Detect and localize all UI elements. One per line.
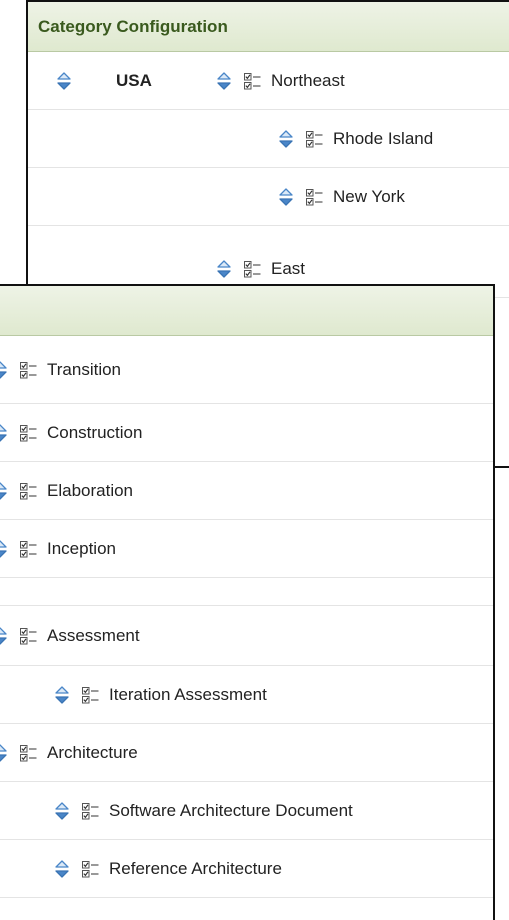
panel-title: Category Configuration bbox=[28, 2, 509, 52]
checklist-icon bbox=[306, 189, 323, 206]
tree-item-label: Software Architecture Document bbox=[109, 801, 353, 820]
tree-row: Rhode Island bbox=[28, 110, 509, 168]
root-category-label: USA bbox=[116, 71, 152, 90]
tree-item-rhode-island[interactable]: Rhode Island bbox=[278, 110, 433, 168]
tree-item-transition[interactable]: Transition bbox=[0, 336, 121, 404]
checklist-icon bbox=[20, 628, 37, 645]
tree-item-label: New York bbox=[333, 187, 405, 206]
tree-item-software-architecture-document[interactable]: Software Architecture Document bbox=[54, 782, 353, 840]
checklist-icon bbox=[20, 541, 37, 558]
tree-item-label: Assessment bbox=[47, 626, 140, 645]
sort-up-down-icon[interactable] bbox=[0, 423, 8, 443]
sort-up-down-icon[interactable] bbox=[54, 685, 70, 705]
tree-item-inception[interactable]: Inception bbox=[0, 520, 116, 578]
sort-up-down-icon[interactable] bbox=[54, 801, 70, 821]
tree-row: Architecture bbox=[0, 724, 493, 782]
tree-item-label: Architecture bbox=[47, 743, 138, 762]
tree-item-elaboration[interactable]: Elaboration bbox=[0, 462, 133, 520]
tree-item-label: Reference Architecture bbox=[109, 859, 282, 878]
sort-up-down-icon[interactable] bbox=[0, 360, 8, 380]
tree-item-label: Iteration Assessment bbox=[109, 685, 267, 704]
tree-item-label: East bbox=[271, 259, 306, 278]
sort-up-down-icon[interactable] bbox=[0, 539, 8, 559]
checklist-icon bbox=[306, 131, 323, 148]
tree-row: Construction bbox=[0, 404, 493, 462]
sort-up-down-icon[interactable] bbox=[278, 187, 294, 207]
tree-item-northeast[interactable]: Northeast bbox=[216, 52, 345, 110]
process-categories-panel: Transition Construction Elaboration Ince… bbox=[0, 284, 495, 920]
stage: Category Configuration USA Northeast Rho… bbox=[0, 0, 509, 920]
group-separator bbox=[0, 578, 493, 606]
tree-row: Iteration Assessment bbox=[0, 666, 493, 724]
checklist-icon bbox=[20, 745, 37, 762]
tree-item-label: Transition bbox=[47, 360, 122, 379]
tree-row: Inception bbox=[0, 520, 493, 578]
sort-up-down-icon[interactable] bbox=[0, 481, 8, 501]
tree-item-label: Inception bbox=[47, 539, 116, 558]
sort-up-down-icon[interactable] bbox=[0, 743, 8, 763]
sort-up-down-icon[interactable] bbox=[54, 859, 70, 879]
checklist-icon bbox=[20, 362, 37, 379]
tree-item-assessment[interactable]: Assessment bbox=[0, 606, 140, 666]
tree-row: Software Architecture Document bbox=[0, 782, 493, 840]
tree-row: Reference Architecture bbox=[0, 840, 493, 898]
tree-row: New York bbox=[28, 168, 509, 226]
tree-item-label: Rhode Island bbox=[333, 129, 434, 148]
sort-up-down-icon[interactable] bbox=[56, 52, 72, 110]
sort-up-down-icon[interactable] bbox=[216, 71, 232, 91]
checklist-icon bbox=[244, 73, 261, 90]
tree-item-label: Elaboration bbox=[47, 481, 134, 500]
sort-up-down-icon[interactable] bbox=[278, 129, 294, 149]
tree-item-iteration-assessment[interactable]: Iteration Assessment bbox=[54, 666, 267, 724]
checklist-icon bbox=[20, 483, 37, 500]
checklist-icon bbox=[20, 425, 37, 442]
checklist-icon bbox=[82, 803, 99, 820]
tree-item-architecture[interactable]: Architecture bbox=[0, 724, 138, 782]
checklist-icon bbox=[82, 687, 99, 704]
panel-title bbox=[0, 286, 493, 336]
tree-item-construction[interactable]: Construction bbox=[0, 404, 142, 462]
tree-item-label: Northeast bbox=[271, 71, 345, 90]
checklist-icon bbox=[244, 261, 261, 278]
tree-item-reference-architecture[interactable]: Reference Architecture bbox=[54, 840, 282, 898]
sort-up-down-icon[interactable] bbox=[0, 626, 8, 646]
tree-item-new-york[interactable]: New York bbox=[278, 168, 405, 226]
sort-up-down-icon[interactable] bbox=[216, 259, 232, 279]
checklist-icon bbox=[82, 861, 99, 878]
tree-item-label: Construction bbox=[47, 423, 143, 442]
tree-row: USA Northeast bbox=[28, 52, 509, 110]
tree-row: Assessment bbox=[0, 606, 493, 666]
tree-row: Elaboration bbox=[0, 462, 493, 520]
tree-row: Transition bbox=[0, 336, 493, 404]
